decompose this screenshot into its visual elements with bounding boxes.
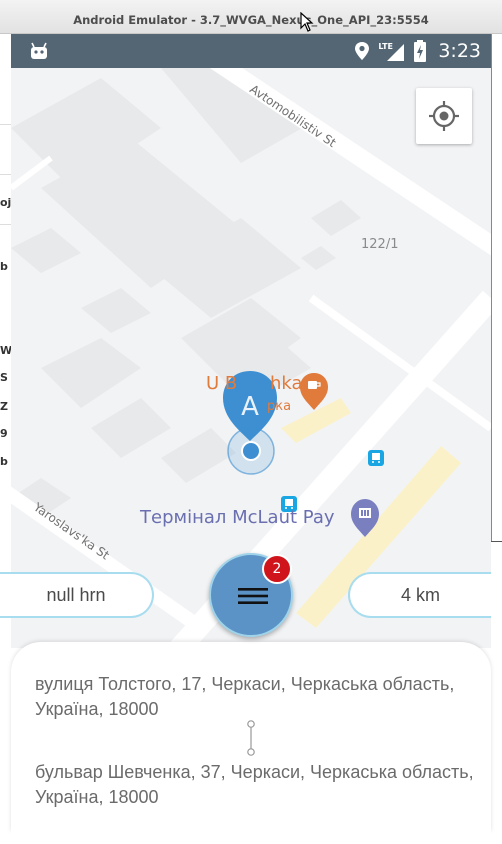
poi-label-cafe[interactable]: U B <box>206 373 237 394</box>
status-bar: LTE 3:23 <box>11 34 491 68</box>
bus-stop-icon[interactable] <box>368 450 384 466</box>
battery-charging-icon <box>414 40 427 62</box>
notification-badge: 2 <box>262 554 292 584</box>
cafe-icon[interactable] <box>300 373 328 410</box>
background-text: Z <box>0 400 8 413</box>
price-pill[interactable]: null hrn <box>0 572 154 618</box>
android-notification-icon <box>31 42 47 59</box>
my-location-button[interactable] <box>416 88 472 144</box>
background-text: b <box>0 455 8 468</box>
emulator-window: Android Emulator - 3.7_WVGA_Nexus_One_AP… <box>0 0 502 844</box>
price-label: null hrn <box>46 584 106 605</box>
background-text: W <box>0 344 11 357</box>
poi-sublabel-cafe: рка <box>267 399 292 414</box>
signal-icon: LTE <box>378 40 406 62</box>
marker-letter: A <box>241 392 259 422</box>
background-text: 9 <box>0 427 8 440</box>
background-text: S <box>0 371 8 384</box>
clock: 3:23 <box>438 40 481 62</box>
mouse-cursor-icon <box>300 12 314 32</box>
background-text: oj <box>0 196 11 209</box>
background-desktop-left: oj b W S Z 9 b <box>0 34 11 844</box>
distance-pill[interactable]: 4 km <box>348 572 491 618</box>
window-titlebar: Android Emulator - 3.7_WVGA_Nexus_One_AP… <box>0 0 502 34</box>
background-text: b <box>0 260 8 273</box>
destination-address[interactable]: бульвар Шевченка, 37, Черкаси, Черкаська… <box>35 760 475 810</box>
poi-label-cafe-tail: hka <box>270 373 303 394</box>
house-number-label: 122/1 <box>361 237 399 252</box>
my-location-dot <box>227 427 275 475</box>
origin-address[interactable]: вулиця Толстого, 17, Черкаси, Черкаська … <box>35 672 475 722</box>
location-pin-icon <box>355 42 370 60</box>
my-location-icon <box>429 101 459 131</box>
window-title: Android Emulator - 3.7_WVGA_Nexus_One_AP… <box>73 13 429 27</box>
background-desktop-right <box>491 34 502 844</box>
distance-label: 4 km <box>400 584 440 605</box>
poi-label-terminal[interactable]: Термінал McLaut Pay <box>140 507 335 528</box>
route-connector-icon <box>247 720 255 756</box>
route-sheet: вулиця Толстого, 17, Черкаси, Черкаська … <box>11 642 491 832</box>
sheet-bottom-area <box>11 832 491 844</box>
hamburger-icon <box>238 588 268 604</box>
